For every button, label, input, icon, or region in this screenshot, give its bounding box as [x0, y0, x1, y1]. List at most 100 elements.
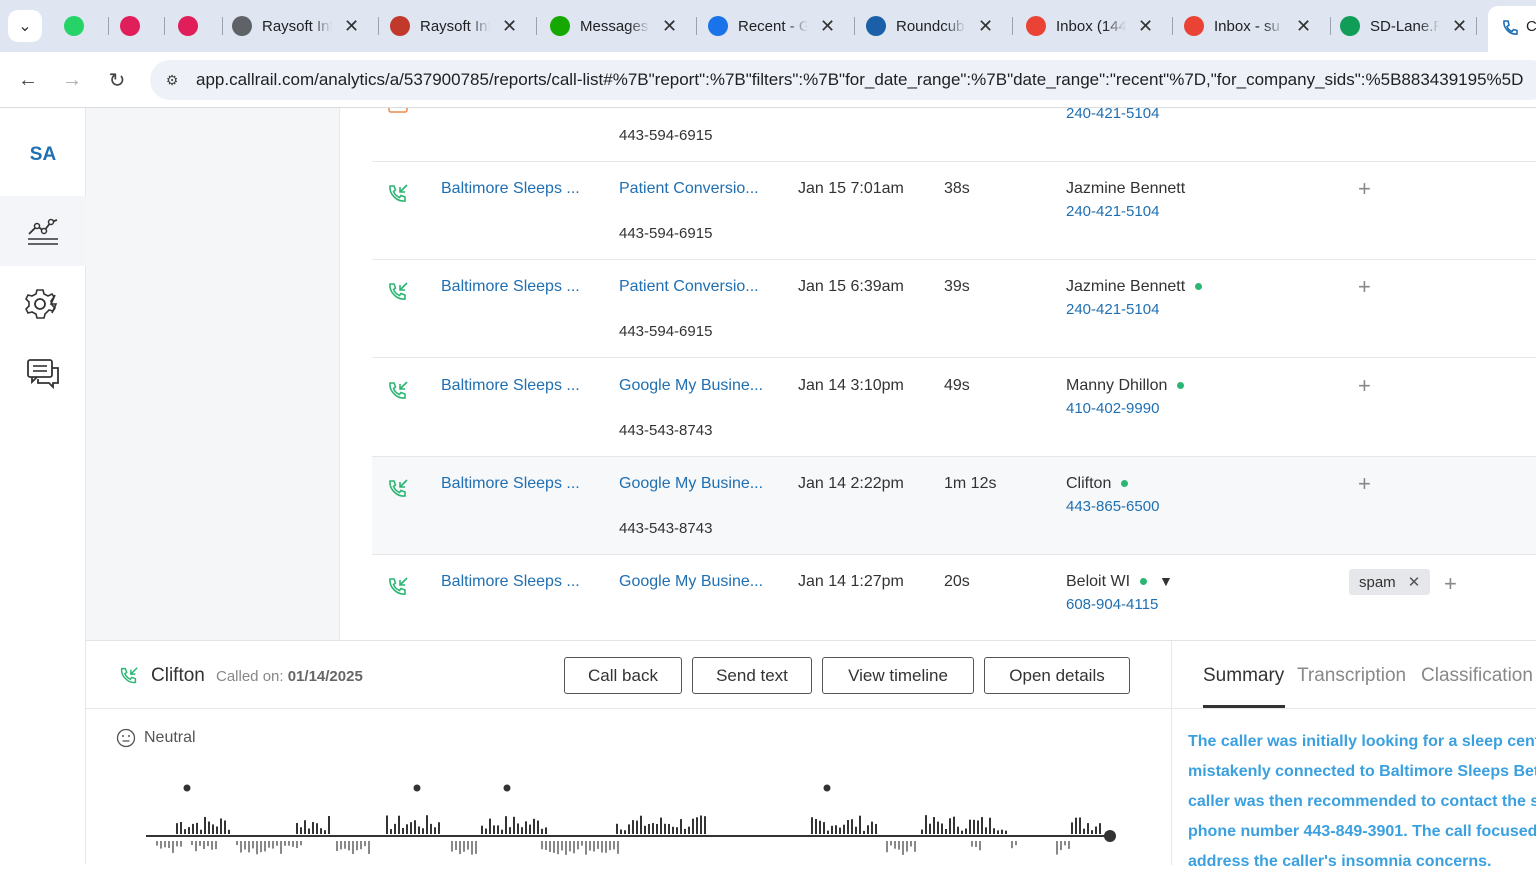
caller-phone[interactable]: 240-421-5104	[1066, 203, 1159, 220]
site-info-icon[interactable]: ⚙	[162, 70, 182, 90]
call-campaign[interactable]: Google My Busine...	[619, 377, 763, 395]
inbound-call-icon	[386, 182, 410, 206]
sentiment-label: Neutral	[144, 729, 196, 746]
send-text-button[interactable]: Send text	[692, 657, 812, 694]
call-back-button[interactable]: Call back	[564, 657, 682, 694]
close-tab-icon[interactable]: ✕	[820, 16, 835, 37]
table-row[interactable]: Baltimore Sleeps ... Google My Busine... 4…	[372, 457, 1536, 555]
browser-tab-bar: ⌄ Raysoft Inf ✕ Raysoft Inf ✕ Messages ✕ Recen…	[0, 0, 1536, 52]
call-source[interactable]: Baltimore Sleeps ...	[441, 377, 580, 395]
tab-active-callrail[interactable]: C	[1488, 6, 1536, 52]
close-tab-icon[interactable]: ✕	[1138, 16, 1153, 37]
waveform-bar	[624, 830, 626, 834]
close-tab-icon[interactable]: ✕	[1296, 16, 1311, 37]
waveform-bar	[529, 824, 531, 834]
add-tag-icon[interactable]: +	[1358, 471, 1371, 497]
nav-settings[interactable]	[0, 269, 86, 339]
call-source[interactable]: Baltimore Sleeps ...	[441, 475, 580, 493]
browser-tab[interactable]: SD-Lane.R ✕	[1340, 8, 1467, 44]
waveform-bar	[609, 841, 611, 851]
waveform-bar	[316, 823, 318, 834]
browser-tab[interactable]: Recent - G ✕	[708, 8, 835, 44]
browser-tab[interactable]	[64, 8, 94, 44]
call-audio-waveform[interactable]	[136, 776, 1116, 866]
caller-phone[interactable]: 608-904-4115	[1066, 596, 1158, 613]
waveform-bar	[577, 841, 579, 850]
open-details-button[interactable]: Open details	[984, 657, 1130, 694]
chevron-down-icon: ⌄	[18, 18, 32, 35]
call-duration: 49s	[944, 377, 970, 394]
add-tag-icon[interactable]: +	[1358, 373, 1371, 399]
url-field[interactable]: ⚙ app.callrail.com/analytics/a/537900785…	[150, 60, 1536, 100]
waveform-bar	[356, 841, 358, 851]
add-tag-icon[interactable]: +	[1358, 176, 1371, 202]
waveform-bar	[501, 829, 503, 834]
browser-tab[interactable]	[120, 8, 150, 44]
waveform-bar	[537, 820, 539, 834]
status-dot	[1195, 283, 1203, 291]
reload-button[interactable]: ↻	[103, 66, 131, 94]
close-tab-icon[interactable]: ✕	[502, 16, 517, 37]
browser-tab[interactable]: Inbox (144 ✕	[1026, 8, 1153, 44]
waveform-bar	[394, 823, 396, 834]
waveform-bar	[921, 829, 923, 834]
tab-label: SD-Lane.R	[1370, 17, 1440, 35]
browser-tab[interactable]	[178, 8, 208, 44]
call-source[interactable]: Baltimore Sleeps ...	[441, 278, 580, 296]
call-campaign[interactable]: Patient Conversio...	[619, 180, 759, 198]
inbound-call-icon	[120, 667, 138, 684]
waveform-bar	[402, 827, 404, 834]
tab-classification[interactable]: Classification	[1421, 665, 1533, 687]
waveform-bar	[668, 823, 670, 834]
call-source[interactable]: Baltimore Sleeps ...	[441, 180, 580, 198]
browser-tab[interactable]: Inbox - su ✕	[1184, 8, 1311, 44]
waveform-bar	[937, 821, 939, 834]
call-campaign[interactable]: Patient Conversio...	[619, 278, 759, 296]
table-row[interactable]: Baltimore Sleeps ... Google My Busine... J…	[372, 555, 1536, 640]
call-campaign[interactable]: Google My Busine...	[619, 475, 763, 493]
forward-button[interactable]: →	[58, 66, 86, 94]
browser-tab[interactable]: Raysoft Inf ✕	[232, 8, 359, 44]
tab-summary[interactable]: Summary	[1203, 665, 1284, 687]
called-on-label: Called on:	[216, 668, 284, 685]
waveform-bar	[831, 825, 833, 834]
caller-phone[interactable]: 240-421-5104	[1066, 301, 1159, 318]
waveform-bar	[648, 823, 650, 834]
close-tab-icon[interactable]: ✕	[978, 16, 993, 37]
tab-separator	[108, 17, 109, 35]
add-tag-icon[interactable]: +	[1444, 571, 1457, 597]
caller-name: Beloit WI ▼	[1066, 573, 1173, 591]
close-tab-icon[interactable]: ✕	[662, 16, 677, 37]
remove-tag-icon[interactable]: ✕	[1408, 573, 1421, 591]
close-tab-icon[interactable]: ✕	[1452, 16, 1467, 37]
table-row[interactable]: Baltimore Sleeps ... Patient Conversio...…	[372, 260, 1536, 358]
table-row[interactable]: Baltimore Sleeps ... Google My Busine... 4…	[372, 359, 1536, 457]
call-source[interactable]: Baltimore Sleeps ...	[441, 573, 580, 591]
add-tag-icon[interactable]: +	[1358, 274, 1371, 300]
waveform-bar	[910, 841, 912, 847]
waveform-bar	[1056, 841, 1058, 855]
waveform-bar	[1091, 830, 1093, 834]
close-tab-icon[interactable]: ✕	[344, 16, 359, 37]
tab-label: Messages	[580, 17, 649, 35]
nav-analytics[interactable]	[0, 196, 86, 266]
tab-transcription[interactable]: Transcription	[1297, 665, 1406, 687]
account-initials[interactable]: SA	[0, 144, 86, 166]
browser-tab[interactable]: Roundcub ✕	[866, 8, 993, 44]
view-timeline-button[interactable]: View timeline	[822, 657, 974, 694]
tab-search-button[interactable]: ⌄	[8, 10, 42, 42]
call-campaign[interactable]: Google My Busine...	[619, 573, 763, 591]
table-row[interactable]: Baltimore Sleeps ... Patient Conversio...…	[372, 162, 1536, 260]
browser-tab[interactable]: Raysoft Inf ✕	[390, 8, 517, 44]
browser-tab[interactable]: Messages ✕	[550, 8, 677, 44]
caller-phone[interactable]: 240-421-5104	[1066, 108, 1159, 122]
table-row[interactable]: Baltimore Sleeps ...Patient Conversio...…	[372, 108, 1536, 162]
back-button[interactable]: ←	[14, 66, 42, 94]
caller-phone[interactable]: 410-402-9990	[1066, 400, 1159, 417]
waveform-bar	[545, 827, 547, 834]
caller-phone[interactable]: 443-865-6500	[1066, 498, 1159, 515]
waveform-marker	[823, 784, 831, 792]
thumbs-down-icon[interactable]: ▼	[1159, 573, 1173, 589]
waveform-bar	[272, 841, 274, 849]
nav-conversations[interactable]	[0, 338, 86, 408]
